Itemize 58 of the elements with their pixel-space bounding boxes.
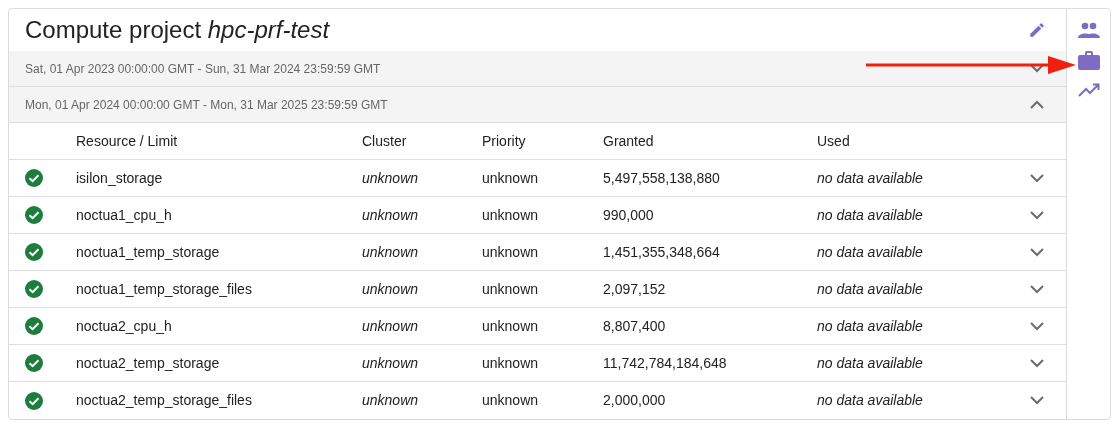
collapse-chevron-icon[interactable]	[1030, 100, 1044, 109]
table-cell: unknown	[482, 169, 539, 186]
table-cell: no data available	[817, 354, 923, 371]
period-label: Mon, 01 Apr 2024 00:00:00 GMT - Mon, 31 Mar 2025 23:59:59 GMT	[25, 96, 388, 114]
expand-chevron-icon[interactable]	[1030, 321, 1044, 331]
table-cell: unknown	[482, 206, 539, 223]
table-cell: noctua1_temp_storage	[76, 243, 220, 260]
table-cell: no data available	[817, 243, 923, 260]
table-cell: unknown	[482, 392, 539, 408]
column-header: Granted	[603, 132, 654, 149]
table-cell: unknown	[362, 354, 419, 371]
project-title: Compute project hpc-prf-test	[25, 15, 330, 45]
table-cell: no data available	[817, 317, 923, 334]
table-cell: unknown	[362, 169, 419, 186]
table-cell: 5,497,558,138,880	[603, 169, 720, 186]
table-cell: 990,000	[603, 206, 654, 223]
expand-chevron-icon[interactable]	[1030, 210, 1044, 220]
table-cell: noctua2_temp_storage_files	[76, 392, 252, 408]
table-cell: noctua1_cpu_h	[76, 206, 172, 223]
edit-pencil-icon[interactable]	[1028, 21, 1046, 39]
table-cell: unknown	[482, 317, 539, 334]
column-header: Resource / Limit	[76, 132, 178, 149]
table-cell: no data available	[817, 392, 923, 408]
table-cell: unknown	[482, 280, 539, 297]
table-cell: unknown	[362, 317, 419, 334]
expand-chevron-icon[interactable]	[1030, 173, 1044, 183]
table-cell: unknown	[482, 243, 539, 260]
table-cell: noctua2_cpu_h	[76, 317, 172, 334]
expand-chevron-icon[interactable]	[1030, 358, 1044, 368]
expand-chevron-icon[interactable]	[1030, 64, 1044, 73]
table-cell: 11,742,784,184,648	[603, 354, 727, 371]
expand-chevron-icon[interactable]	[1030, 284, 1044, 294]
table-cell: unknown	[482, 354, 539, 371]
period-header[interactable]: Mon, 01 Apr 2024 00:00:00 GMT - Mon, 31 Mar 2025 23:59:59 GMT	[9, 87, 1066, 123]
table-cell: unknown	[362, 280, 419, 297]
table-cell: 8,807,400	[603, 317, 666, 334]
table-cell: unknown	[362, 392, 419, 408]
table-cell: noctua1_temp_storage_files	[76, 280, 252, 297]
period-header[interactable]: Sat, 01 Apr 2023 00:00:00 GMT - Sun, 31 Mar 2024 23:59:59 GMT	[9, 51, 1066, 87]
table-cell: unknown	[362, 206, 419, 223]
table-cell: no data available	[817, 169, 923, 186]
table-cell: no data available	[817, 206, 923, 223]
table-cell: noctua2_temp_storage	[76, 354, 220, 371]
period-label: Sat, 01 Apr 2023 00:00:00 GMT - Sun, 31 Mar 2024 23:59:59 GMT	[25, 60, 381, 78]
table-cell: 1,451,355,348,664	[603, 243, 720, 260]
column-header: Priority	[482, 132, 526, 149]
table-cell: 2,097,152	[603, 280, 666, 297]
column-header: Cluster	[362, 132, 407, 149]
table-cell: 2,000,000	[603, 392, 666, 408]
table-cell: unknown	[362, 243, 419, 260]
table-cell: isilon_storage	[76, 169, 163, 186]
briefcase-icon[interactable]	[1077, 51, 1100, 70]
table-cell: no data available	[817, 280, 923, 297]
trending-up-icon[interactable]	[1077, 83, 1100, 97]
people-icon[interactable]	[1077, 22, 1100, 38]
expand-chevron-icon[interactable]	[1030, 396, 1044, 405]
column-header: Used	[817, 132, 850, 149]
expand-chevron-icon[interactable]	[1030, 247, 1044, 257]
